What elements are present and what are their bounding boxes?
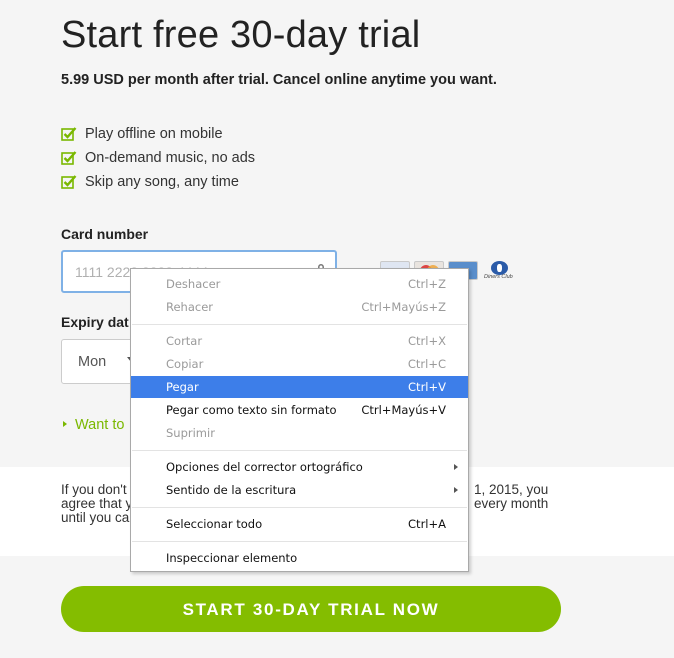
- feature-list: Play offline on mobile On-demand music, …: [61, 122, 255, 194]
- page-title: Start free 30-day trial: [61, 14, 421, 56]
- menu-separator: [132, 507, 467, 508]
- menu-item-shortcut: Ctrl+Mayús+V: [361, 403, 446, 417]
- menu-item-copy[interactable]: Copiar Ctrl+C: [131, 353, 468, 375]
- diners-club-text: Diners Club: [484, 274, 513, 280]
- expiry-month-value: Mon: [78, 353, 107, 370]
- feature-label: Skip any song, any time: [85, 174, 239, 190]
- menu-item-redo[interactable]: Rehacer Ctrl+Mayús+Z: [131, 296, 468, 318]
- submenu-arrow-icon: [454, 487, 458, 493]
- menu-item-delete[interactable]: Suprimir: [131, 422, 468, 444]
- menu-separator: [132, 450, 467, 451]
- menu-item-cut[interactable]: Cortar Ctrl+X: [131, 330, 468, 352]
- triangle-right-icon: [63, 421, 67, 427]
- menu-item-shortcut: Ctrl+X: [408, 334, 446, 348]
- expiry-date-label: Expiry dat: [61, 314, 129, 330]
- menu-item-shortcut: Ctrl+V: [408, 380, 446, 394]
- feature-label: On-demand music, no ads: [85, 150, 256, 166]
- want-link[interactable]: Want to: [61, 417, 124, 433]
- menu-item-shortcut: Ctrl+Z: [408, 277, 446, 291]
- terms-text-right: 1, 2015, you every month: [474, 482, 549, 511]
- menu-item-inspect[interactable]: Inspeccionar elemento: [131, 547, 468, 569]
- menu-item-label: Opciones del corrector ortográfico: [166, 460, 363, 474]
- menu-item-paste[interactable]: Pegar Ctrl+V: [131, 376, 468, 398]
- feature-item: Skip any song, any time: [61, 170, 255, 194]
- feature-item: Play offline on mobile: [61, 122, 255, 146]
- menu-item-label: Sentido de la escritura: [166, 483, 297, 497]
- menu-item-label: Inspeccionar elemento: [166, 551, 298, 565]
- start-trial-button[interactable]: START 30-DAY TRIAL NOW: [61, 586, 561, 632]
- menu-item-writing-direction[interactable]: Sentido de la escritura: [131, 479, 468, 501]
- want-link-label: Want to: [75, 417, 125, 433]
- menu-item-label: Pegar como texto sin formato: [166, 403, 337, 417]
- checkmark-icon: [61, 151, 77, 165]
- feature-item: On-demand music, no ads: [61, 146, 255, 170]
- submenu-arrow-icon: [454, 464, 458, 470]
- checkmark-icon: [61, 175, 77, 189]
- menu-item-label: Suprimir: [166, 426, 215, 440]
- menu-item-label: Seleccionar todo: [166, 517, 263, 531]
- card-number-label: Card number: [61, 226, 149, 242]
- menu-item-label: Cortar: [166, 334, 203, 348]
- menu-item-label: Deshacer: [166, 277, 221, 291]
- menu-separator: [132, 541, 467, 542]
- menu-item-shortcut: Ctrl+C: [407, 357, 446, 371]
- menu-item-shortcut: Ctrl+A: [408, 517, 446, 531]
- menu-item-spellcheck-options[interactable]: Opciones del corrector ortográfico: [131, 456, 468, 478]
- menu-item-shortcut: Ctrl+Mayús+Z: [361, 300, 446, 314]
- menu-item-label: Copiar: [166, 357, 204, 371]
- feature-label: Play offline on mobile: [85, 126, 223, 142]
- price-subtitle: 5.99 USD per month after trial. Cancel o…: [61, 72, 497, 88]
- diners-club-icon: Diners Club: [482, 261, 516, 280]
- menu-item-select-all[interactable]: Seleccionar todo Ctrl+A: [131, 513, 468, 535]
- menu-item-label: Rehacer: [166, 300, 214, 314]
- menu-separator: [132, 324, 467, 325]
- menu-item-label: Pegar: [166, 380, 199, 394]
- checkmark-icon: [61, 127, 77, 141]
- context-menu: Deshacer Ctrl+Z Rehacer Ctrl+Mayús+Z Corta…: [130, 268, 469, 572]
- menu-item-undo[interactable]: Deshacer Ctrl+Z: [131, 273, 468, 295]
- terms-text: If you don't agree that y until you ca: [61, 482, 133, 525]
- menu-item-paste-plain[interactable]: Pegar como texto sin formato Ctrl+Mayús+V: [131, 399, 468, 421]
